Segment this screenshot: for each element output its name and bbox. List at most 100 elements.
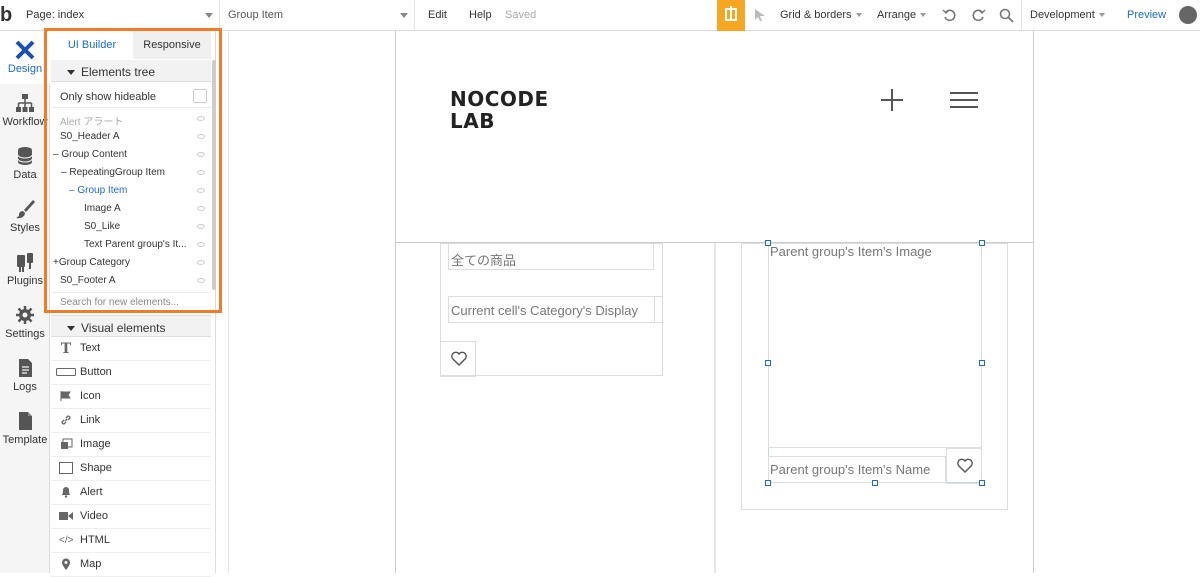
- edit-menu[interactable]: Edit: [428, 9, 447, 21]
- header-a[interactable]: NOCODE LAB: [396, 31, 1033, 243]
- tree-item-footer[interactable]: S0_Footer A: [51, 272, 211, 290]
- elements-tree-header[interactable]: Elements tree: [51, 60, 211, 82]
- element-html[interactable]: </> HTML: [51, 529, 211, 553]
- eye-icon[interactable]: [197, 260, 205, 265]
- eye-icon[interactable]: [197, 224, 205, 229]
- eye-icon[interactable]: [197, 116, 205, 121]
- page-canvas[interactable]: NOCODE LAB 全ての商品 Current cell's Category…: [395, 31, 1034, 573]
- element-link-label: Link: [80, 414, 101, 426]
- tab-responsive[interactable]: Responsive: [133, 31, 211, 59]
- eye-icon[interactable]: [197, 188, 205, 193]
- nav-template[interactable]: Template: [0, 402, 50, 455]
- element-alert[interactable]: Alert: [51, 481, 211, 505]
- nav-logs-label: Logs: [13, 381, 37, 393]
- chevron-down-icon: [855, 13, 862, 18]
- page-selector-label: Page: index: [26, 9, 85, 21]
- nav-settings-label: Settings: [5, 328, 45, 340]
- tree-item-alert[interactable]: Alert アラート: [51, 110, 211, 128]
- gift-button[interactable]: [717, 0, 745, 31]
- bubble-logo: b: [0, 4, 13, 26]
- element-map[interactable]: Map: [51, 553, 211, 577]
- cursor-icon[interactable]: [753, 8, 767, 22]
- tree-item-group-item[interactable]: – Group Item: [51, 182, 211, 200]
- flag-icon: [59, 390, 73, 404]
- resize-handle[interactable]: [765, 240, 771, 246]
- resize-handle[interactable]: [979, 360, 985, 366]
- heart-icon: [957, 458, 973, 473]
- nav-styles[interactable]: Styles: [0, 190, 50, 243]
- tree-item-group-content[interactable]: – Group Content: [51, 146, 211, 164]
- tree-scrollbar[interactable]: [212, 60, 216, 290]
- eye-icon[interactable]: [197, 134, 205, 139]
- eye-icon[interactable]: [197, 242, 205, 247]
- nav-design[interactable]: Design: [0, 31, 50, 84]
- item-image[interactable]: Parent group's Item's Image: [768, 243, 982, 448]
- nav-plugins[interactable]: Plugins: [0, 243, 50, 296]
- grid-borders-menu[interactable]: Grid & borders: [780, 9, 862, 21]
- tree-item-image-a[interactable]: Image A: [51, 200, 211, 218]
- plus-icon[interactable]: [881, 89, 903, 111]
- caret-down-icon: [67, 326, 75, 332]
- resize-handle[interactable]: [979, 240, 985, 246]
- resize-handle[interactable]: [765, 360, 771, 366]
- saved-status: Saved: [505, 9, 537, 21]
- element-link[interactable]: Link: [51, 409, 211, 433]
- element-video[interactable]: Video: [51, 505, 211, 529]
- search-elements-input[interactable]: Search for new elements...: [51, 292, 211, 312]
- tree-item-group-category[interactable]: +Group Category: [51, 254, 211, 272]
- item-name-text[interactable]: Parent group's Item's Name: [768, 456, 946, 483]
- eye-icon[interactable]: [197, 152, 205, 157]
- undo-icon[interactable]: [942, 7, 958, 23]
- search-icon[interactable]: [999, 8, 1014, 23]
- tree-item-label: Alert アラート: [60, 117, 124, 128]
- brand-logo[interactable]: NOCODE LAB: [450, 88, 549, 132]
- eye-icon[interactable]: [197, 278, 205, 283]
- element-icon[interactable]: Icon: [51, 385, 211, 409]
- workflow-icon: [16, 94, 34, 112]
- resize-handle[interactable]: [872, 480, 878, 486]
- eye-icon[interactable]: [197, 206, 205, 211]
- hamburger-menu-icon[interactable]: [950, 92, 978, 109]
- page-selector[interactable]: Page: index: [22, 0, 220, 31]
- code-icon: </>: [59, 535, 74, 546]
- nav-logs[interactable]: Logs: [0, 349, 50, 402]
- like-button-selected[interactable]: [946, 448, 982, 484]
- visual-elements-header[interactable]: Visual elements: [51, 315, 211, 337]
- nav-settings[interactable]: Settings: [0, 296, 50, 349]
- only-show-hideable-checkbox[interactable]: [193, 89, 207, 103]
- preview-link[interactable]: Preview: [1127, 9, 1166, 21]
- tree-item-text[interactable]: Text Parent group's It...: [51, 236, 211, 254]
- resize-handle[interactable]: [979, 480, 985, 486]
- brand-line-1: NOCODE: [450, 87, 549, 111]
- help-menu[interactable]: Help: [469, 9, 492, 21]
- element-selector[interactable]: Group Item: [222, 0, 415, 31]
- nav-data-label: Data: [13, 169, 37, 181]
- resize-handle[interactable]: [765, 480, 771, 486]
- like-button[interactable]: [440, 341, 476, 377]
- nav-data[interactable]: Data: [0, 137, 50, 190]
- nav-template-label: Template: [2, 434, 48, 446]
- element-shape[interactable]: Shape: [51, 457, 211, 481]
- element-selector-label: Group Item: [228, 9, 284, 21]
- tree-item-label: RepeatingGroup Item: [69, 167, 165, 178]
- video-icon: [59, 510, 73, 524]
- heart-icon: [451, 351, 467, 366]
- element-image-label: Image: [80, 438, 111, 450]
- category-display-text[interactable]: Current cell's Category's Display: [448, 296, 663, 323]
- panel-tabs: UI Builder Responsive: [51, 31, 216, 59]
- element-button[interactable]: Button: [51, 361, 211, 385]
- eye-icon[interactable]: [197, 170, 205, 175]
- tab-ui-builder[interactable]: UI Builder: [51, 31, 133, 59]
- environment-selector[interactable]: Development: [1030, 9, 1105, 21]
- arrange-menu[interactable]: Arrange: [877, 9, 927, 21]
- tree-item-repeating-group[interactable]: – RepeatingGroup Item: [51, 164, 211, 182]
- tree-item-like[interactable]: S0_Like: [51, 218, 211, 236]
- element-image[interactable]: Image: [51, 433, 211, 457]
- element-text[interactable]: T Text: [51, 337, 211, 361]
- redo-icon[interactable]: [970, 7, 986, 23]
- nav-workflow[interactable]: Workflow: [0, 84, 50, 137]
- all-products-text[interactable]: 全ての商品: [448, 243, 654, 270]
- tree-item-label: Text Parent group's It...: [84, 239, 187, 250]
- avatar[interactable]: [1179, 6, 1197, 24]
- tree-item-header[interactable]: S0_Header A: [51, 128, 211, 146]
